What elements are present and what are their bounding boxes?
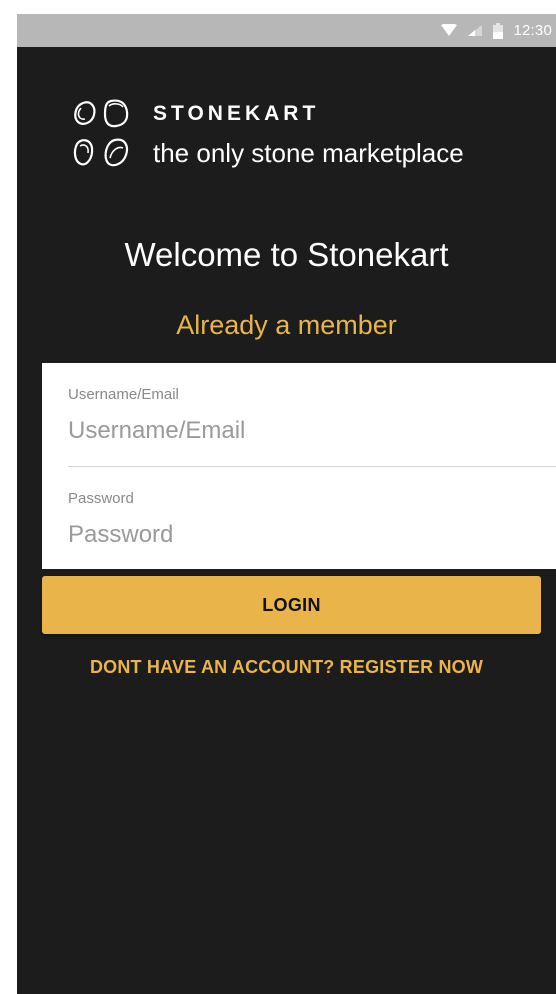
status-bar: 12:30 [17, 14, 556, 47]
username-field: Username/Email [66, 363, 556, 467]
welcome-title: Welcome to Stonekart [124, 236, 449, 273]
login-button[interactable]: LOGIN [42, 576, 541, 634]
logo: STONEKART the only stone marketplace [71, 98, 531, 178]
password-label: Password [68, 490, 134, 507]
status-time: 12:30 [513, 22, 552, 39]
battery-icon [493, 22, 504, 39]
password-input[interactable] [66, 519, 510, 551]
brand-tagline: the only stone marketplace [153, 138, 464, 168]
password-field: Password [66, 467, 556, 569]
app-screen: 12:30 STONEKART the only stone marketpla… [17, 14, 556, 994]
stones-logo-icon [73, 99, 129, 167]
register-link[interactable]: DONT HAVE AN ACCOUNT? REGISTER NOW [17, 657, 556, 678]
wifi-icon [441, 24, 458, 37]
signal-icon [467, 24, 483, 37]
brand-name: STONEKART [153, 102, 320, 125]
member-heading: Already a member [176, 310, 397, 340]
login-form: Username/Email Password [42, 363, 556, 569]
username-input[interactable] [66, 415, 510, 447]
username-label: Username/Email [68, 386, 179, 403]
